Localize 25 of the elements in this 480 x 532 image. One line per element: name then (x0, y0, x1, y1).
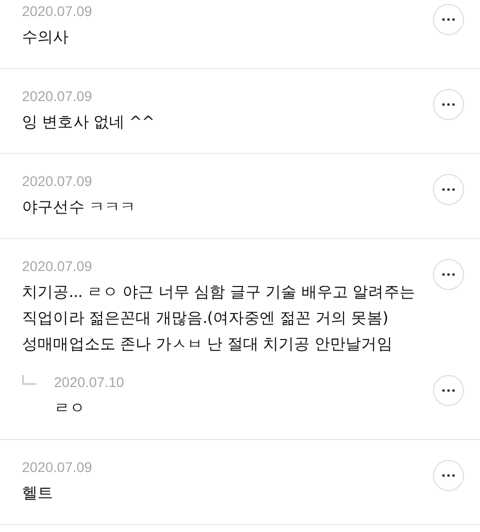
reply-branch-icon (22, 375, 36, 385)
comment-text: 헬트 (22, 483, 54, 504)
reply-date: 2020.07.10 (54, 373, 126, 391)
more-icon (442, 188, 455, 191)
reply-text: ㄹㅇ (54, 398, 86, 419)
more-button[interactable] (433, 375, 464, 406)
comment-text: 수의사 (22, 27, 70, 48)
more-icon (442, 474, 455, 477)
more-button[interactable] (433, 4, 464, 35)
more-button[interactable] (433, 174, 464, 205)
comment-date: 2020.07.09 (22, 2, 94, 20)
comment-text: 야구선수 ㅋㅋㅋ (22, 197, 137, 218)
more-icon (442, 103, 455, 106)
comment-date: 2020.07.09 (22, 87, 94, 105)
more-button[interactable] (433, 89, 464, 120)
comment-date: 2020.07.09 (22, 458, 94, 476)
more-icon (442, 273, 455, 276)
comment-text: 치기공... ㄹㅇ 야근 너무 심함 글구 기술 배우고 알려주는 직업이라 젊은꼰대 개많음.(여자중엔 젊꼰 거의 못봄) 성매매업소도 존나 가ㅅㅂ 난 절대 치기공 안만날거임 (22, 282, 416, 355)
more-button[interactable] (433, 460, 464, 491)
comment-text: 잉 변호사 없네 ^^ (22, 112, 156, 133)
more-button[interactable] (433, 259, 464, 290)
more-icon (442, 18, 455, 21)
comment-date: 2020.07.09 (22, 172, 94, 190)
more-icon (442, 389, 455, 392)
comment-date: 2020.07.09 (22, 257, 94, 275)
